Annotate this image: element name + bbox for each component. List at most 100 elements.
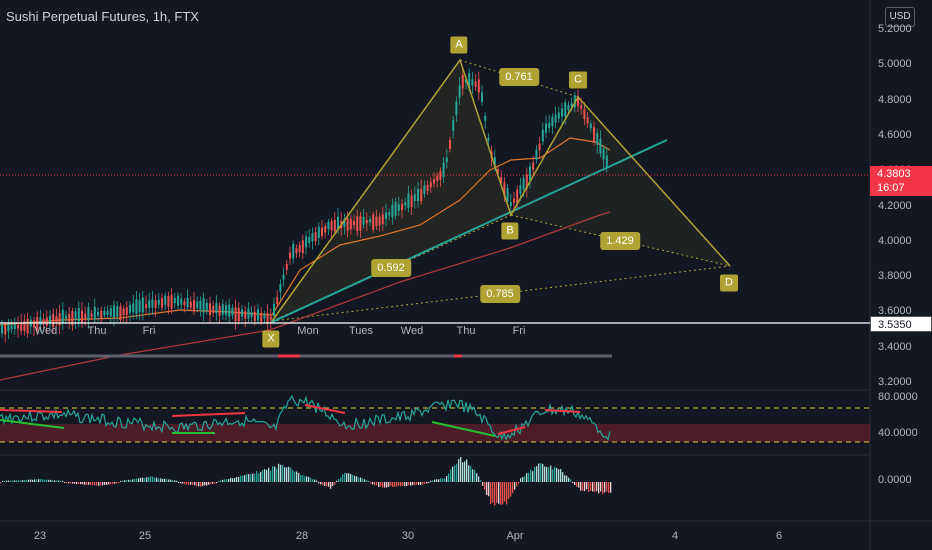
macd-bar	[346, 473, 348, 482]
day-label: Fri	[142, 325, 156, 337]
macd-bar	[100, 482, 102, 486]
macd-bar	[472, 469, 474, 482]
macd-bar	[570, 479, 572, 482]
candle-body	[61, 309, 64, 324]
candle-body	[388, 212, 391, 216]
rsi-band	[0, 424, 870, 442]
candle-body	[132, 303, 135, 313]
candle-body	[161, 298, 163, 308]
candle-body	[509, 202, 512, 207]
candle-body	[257, 309, 259, 321]
candle-body	[148, 300, 151, 309]
candle-body	[346, 218, 349, 231]
macd-bar	[334, 482, 336, 485]
candle-body	[26, 318, 29, 334]
macd-bar	[132, 479, 134, 482]
macd-bar	[350, 474, 352, 482]
macd-bar	[314, 479, 316, 482]
macd-bar	[24, 480, 26, 482]
candle-body	[253, 311, 256, 322]
candle-body	[481, 92, 483, 102]
macd-bar	[20, 480, 22, 482]
macd-bar	[54, 480, 56, 482]
candle-body	[433, 179, 435, 184]
macd-bar	[260, 471, 262, 482]
macd-bar	[518, 482, 520, 484]
macd-bar	[216, 482, 218, 484]
candle-body	[199, 300, 202, 310]
day-label: Thu	[456, 325, 476, 337]
macd-bar	[152, 476, 154, 482]
macd-bar	[588, 482, 590, 492]
macd-bar	[278, 463, 280, 482]
pattern-point-a[interactable]: A	[450, 36, 468, 54]
macd-bar	[492, 482, 494, 503]
candle-body	[225, 305, 227, 316]
candle-body	[218, 305, 221, 316]
macd-bar	[378, 482, 380, 488]
macd-bar	[480, 480, 482, 482]
candle-body	[602, 148, 605, 160]
macd-bar	[388, 482, 390, 487]
candle-body	[65, 315, 67, 319]
macd-bar	[582, 482, 584, 491]
macd-bar	[450, 469, 452, 482]
macd-bar	[238, 477, 240, 482]
candle-body	[413, 194, 416, 201]
candle-body	[125, 307, 128, 315]
macd-bar	[482, 482, 484, 486]
macd-bar	[524, 476, 526, 482]
macd-bar	[540, 463, 542, 482]
macd-bar	[522, 477, 524, 482]
macd-bar	[186, 482, 188, 485]
candle-body	[522, 178, 525, 190]
pattern-point-d[interactable]: D	[720, 274, 738, 292]
candle-body	[173, 297, 176, 304]
candle-body	[333, 219, 336, 232]
price-tick: 5.2000	[878, 23, 912, 35]
candle-body	[55, 316, 58, 323]
candle-body	[20, 322, 23, 331]
macd-bar	[414, 482, 416, 486]
macd-bar	[182, 482, 184, 484]
pattern-point-c[interactable]: C	[569, 71, 587, 89]
macd-bar	[38, 479, 40, 482]
macd-bar	[184, 482, 186, 484]
candle-body	[97, 312, 99, 316]
macd-bar	[6, 480, 8, 482]
chart-canvas[interactable]	[0, 0, 932, 550]
pattern-point-b[interactable]: B	[501, 222, 519, 240]
candle-body	[7, 323, 10, 332]
candle-body	[586, 117, 589, 124]
candle-body	[545, 123, 547, 133]
macd-bar	[32, 479, 34, 482]
macd-bar	[556, 468, 558, 482]
macd-bar	[356, 476, 358, 482]
macd-bar	[106, 482, 108, 485]
candle-body	[279, 284, 282, 292]
candle-body	[4, 325, 7, 335]
macd-bar	[534, 467, 536, 482]
macd-bar	[234, 478, 236, 482]
pattern-point-x[interactable]: X	[262, 330, 280, 348]
macd-bar	[486, 482, 488, 496]
macd-bar	[306, 476, 308, 482]
macd-bar	[558, 469, 560, 482]
macd-bar	[424, 482, 426, 484]
macd-bar	[604, 482, 606, 493]
macd-bar	[46, 479, 48, 482]
candle-body	[282, 274, 285, 280]
macd-bar	[0, 482, 2, 483]
macd-bar	[248, 474, 250, 482]
candle-body	[353, 220, 355, 226]
macd-bar	[310, 477, 312, 482]
macd-bar	[148, 477, 150, 482]
horizontal-line-price-label: 3.5350	[870, 316, 932, 332]
macd-bar	[514, 482, 516, 490]
macd-bar	[416, 482, 418, 485]
macd-bar	[550, 465, 552, 482]
candle-body	[397, 204, 400, 211]
candle-body	[554, 114, 557, 123]
candle-body	[401, 203, 403, 210]
macd-bar	[162, 478, 164, 482]
